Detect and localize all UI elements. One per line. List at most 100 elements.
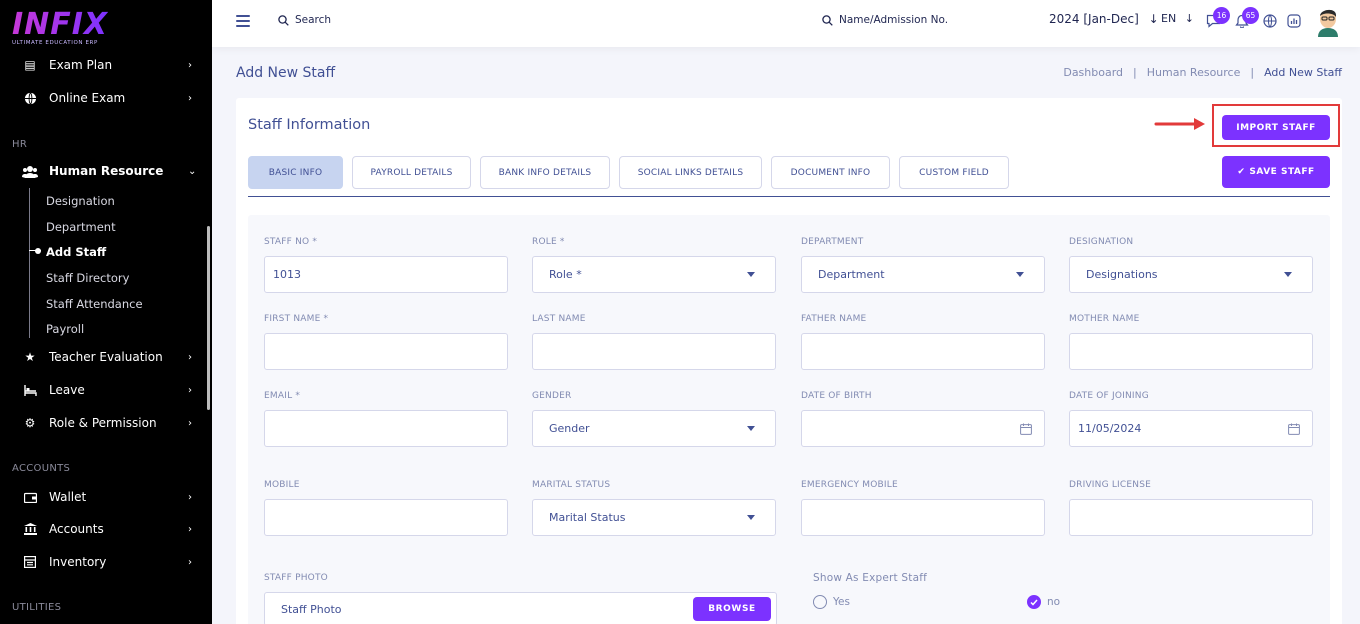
first-name-input[interactable] [264, 333, 508, 370]
tab-payroll-details[interactable]: PAYROLL DETAILS [352, 156, 471, 189]
radio-label: Yes [833, 596, 850, 608]
submenu-item-payroll[interactable]: Payroll [46, 322, 84, 336]
sidebar: INFIX ULTIMATE EDUCATION ERP ▤ Exam Plan… [0, 0, 212, 624]
breadcrumb-separator: | [1250, 66, 1255, 79]
submenu-item-designation[interactable]: Designation [46, 194, 115, 208]
driving-license-label: DRIVING LICENSE [1069, 480, 1151, 490]
chevron-down-icon: ⌄ [188, 165, 197, 177]
expert-staff-no-radio[interactable]: no [1027, 595, 1060, 609]
messages-button[interactable]: 16 [1205, 7, 1230, 29]
department-select[interactable]: Department [801, 256, 1045, 293]
gender-select[interactable]: Gender [532, 410, 776, 447]
submenu-item-add-staff[interactable]: Add Staff [46, 245, 106, 259]
brand-logo[interactable]: INFIX ULTIMATE EDUCATION ERP [12, 8, 108, 47]
browse-button[interactable]: BROWSE [693, 597, 771, 621]
father-name-input[interactable] [801, 333, 1045, 370]
staff-no-value: 1013 [273, 268, 301, 281]
globe-icon [1263, 14, 1277, 28]
academic-year-value: 2024 [Jan-Dec] [1049, 12, 1139, 26]
sidebar-item-exam-plan[interactable]: ▤ Exam Plan › [0, 52, 212, 78]
email-input[interactable] [264, 410, 508, 447]
chevron-right-icon: › [188, 523, 192, 535]
sidebar-item-accounts[interactable]: Accounts › [0, 516, 212, 542]
topbar: Search Name/Admission No. 2024 [Jan-Dec]… [212, 0, 1360, 47]
submenu-item-staff-directory[interactable]: Staff Directory [46, 271, 129, 285]
form-tabs: BASIC INFO PAYROLL DETAILS BANK INFO DET… [248, 156, 1018, 189]
expert-staff-yes-radio[interactable]: Yes [813, 595, 850, 609]
marital-status-select[interactable]: Marital Status [532, 499, 776, 536]
sidebar-item-label: Leave [49, 383, 85, 397]
submenu-item-department[interactable]: Department [46, 220, 116, 234]
tab-bank-info-details[interactable]: BANK INFO DETAILS [480, 156, 610, 189]
date-of-birth-input[interactable] [801, 410, 1045, 447]
tab-custom-field[interactable]: CUSTOM FIELD [899, 156, 1009, 189]
first-name-label: FIRST NAME * [264, 314, 329, 324]
last-name-label: LAST NAME [532, 314, 586, 324]
emergency-mobile-input[interactable] [801, 499, 1045, 536]
academic-year-select[interactable]: 2024 [Jan-Dec] ↓ [1049, 12, 1159, 26]
reports-button[interactable] [1286, 13, 1302, 29]
submenu-item-staff-attendance[interactable]: Staff Attendance [46, 297, 143, 311]
sidebar-section-utilities: UTILITIES [12, 602, 62, 613]
language-select[interactable]: EN ↓ [1161, 12, 1194, 25]
date-of-joining-label: DATE OF JOINING [1069, 391, 1149, 401]
save-staff-label: SAVE STAFF [1249, 167, 1315, 177]
notifications-button[interactable]: 65 [1234, 7, 1259, 29]
calendar-icon[interactable] [1020, 423, 1032, 435]
sidebar-item-leave[interactable]: Leave › [0, 377, 212, 403]
sidebar-item-teacher-evaluation[interactable]: ★ Teacher Evaluation › [0, 344, 212, 370]
sidebar-item-online-exam[interactable]: Online Exam › [0, 85, 212, 111]
tab-basic-info[interactable]: BASIC INFO [248, 156, 343, 189]
website-button[interactable] [1262, 13, 1278, 29]
gender-value: Gender [549, 422, 590, 435]
sidebar-item-role-permission[interactable]: ⚙ Role & Permission › [0, 410, 212, 436]
import-staff-button[interactable]: IMPORT STAFF [1222, 115, 1330, 140]
chart-icon [1287, 14, 1301, 28]
basic-info-form: STAFF NO * 1013 ROLE * Role * DEPARTMENT… [248, 215, 1330, 624]
staff-photo-placeholder: Staff Photo [281, 602, 342, 616]
sidebar-item-label: Teacher Evaluation [49, 350, 163, 364]
calendar-icon[interactable] [1288, 423, 1300, 435]
staff-no-input[interactable]: 1013 [264, 256, 508, 293]
tab-social-links-details[interactable]: SOCIAL LINKS DETAILS [619, 156, 762, 189]
last-name-input[interactable] [532, 333, 776, 370]
date-of-joining-input[interactable]: 11/05/2024 [1069, 410, 1313, 447]
user-avatar[interactable] [1315, 5, 1341, 37]
search-icon [822, 14, 833, 26]
tab-document-info[interactable]: DOCUMENT INFO [771, 156, 890, 189]
role-select[interactable]: Role * [532, 256, 776, 293]
designation-label: DESIGNATION [1069, 237, 1134, 247]
star-icon: ★ [24, 350, 36, 364]
globe-icon [22, 90, 38, 106]
arrow-down-icon: ↓ [1184, 12, 1194, 25]
chevron-right-icon: › [188, 59, 192, 71]
mobile-input[interactable] [264, 499, 508, 536]
father-name-label: FATHER NAME [801, 314, 867, 324]
designation-select[interactable]: Designations [1069, 256, 1313, 293]
sidebar-item-human-resource[interactable]: Human Resource ⌄ [0, 158, 212, 184]
import-highlight-box: IMPORT STAFF [1212, 104, 1340, 147]
search-trigger[interactable]: Search [278, 14, 331, 26]
sidebar-item-wallet[interactable]: Wallet › [0, 484, 212, 510]
driving-license-input[interactable] [1069, 499, 1313, 536]
sidebar-item-inventory[interactable]: Inventory › [0, 549, 212, 575]
staff-photo-input[interactable]: Staff Photo BROWSE [264, 592, 777, 624]
mother-name-input[interactable] [1069, 333, 1313, 370]
caret-down-icon [1284, 272, 1292, 277]
admission-search[interactable]: Name/Admission No. [822, 14, 948, 26]
chevron-right-icon: › [188, 351, 192, 363]
users-icon [22, 163, 38, 179]
bank-icon [22, 521, 38, 537]
gear-icon: ⚙ [24, 416, 36, 430]
sidebar-scrollbar[interactable] [207, 226, 210, 410]
emergency-mobile-label: EMERGENCY MOBILE [801, 480, 898, 490]
chevron-right-icon: › [188, 491, 192, 503]
save-staff-button[interactable]: ✔ SAVE STAFF [1222, 156, 1330, 188]
arrow-right-icon [1154, 118, 1205, 130]
breadcrumb-dashboard[interactable]: Dashboard [1063, 66, 1123, 79]
sidebar-section-accounts: ACCOUNTS [12, 463, 71, 474]
menu-toggle-icon[interactable] [236, 15, 250, 27]
date-of-joining-value: 11/05/2024 [1078, 422, 1142, 435]
radio-label: no [1047, 596, 1061, 608]
breadcrumb-human-resource[interactable]: Human Resource [1147, 66, 1241, 79]
